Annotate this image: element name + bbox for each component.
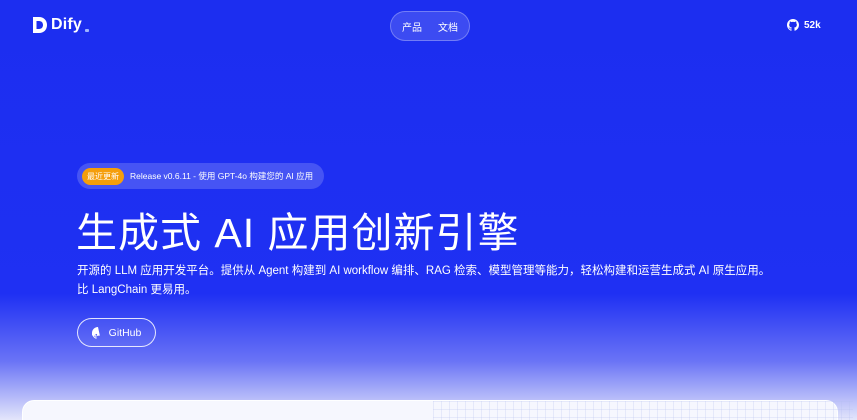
top-navigation-bar: Dify 产品 文档 52k: [0, 0, 857, 52]
description-line-1: 开源的 LLM 应用开发平台。提供从 Agent 构建到 AI workflow…: [77, 265, 771, 277]
github-icon: [91, 326, 100, 339]
logo-accent: [85, 28, 90, 32]
nav-item-product[interactable]: 产品: [402, 19, 422, 34]
github-star-count: 52k: [804, 19, 821, 31]
github-stars-link[interactable]: 52k: [787, 19, 821, 31]
github-button[interactable]: GitHub: [77, 318, 156, 347]
description-line-2: 比 LangChain 更易用。: [77, 284, 197, 296]
github-icon: [787, 19, 799, 31]
release-text: Release v0.6.11 - 使用 GPT-4o 构建您的 AI 应用: [130, 171, 314, 181]
hero-description: 开源的 LLM 应用开发平台。提供从 Agent 构建到 AI workflow…: [77, 262, 777, 300]
logo-text: Dify: [51, 16, 83, 33]
nav-item-docs[interactable]: 文档: [438, 19, 458, 34]
main-nav: 产品 文档: [390, 11, 470, 41]
dify-logo-icon: [33, 17, 47, 33]
product-preview-panel: [22, 400, 853, 420]
preview-grid-pattern: [433, 401, 853, 420]
dify-logo[interactable]: Dify: [32, 16, 90, 34]
release-announcement-badge[interactable]: 最近更新 Release v0.6.11 - 使用 GPT-4o 构建您的 AI…: [77, 163, 324, 189]
recent-update-tag: 最近更新: [82, 167, 124, 185]
hero-title: 生成式 AI 应用创新引擎: [76, 210, 520, 256]
github-button-label: GitHub: [108, 326, 142, 339]
